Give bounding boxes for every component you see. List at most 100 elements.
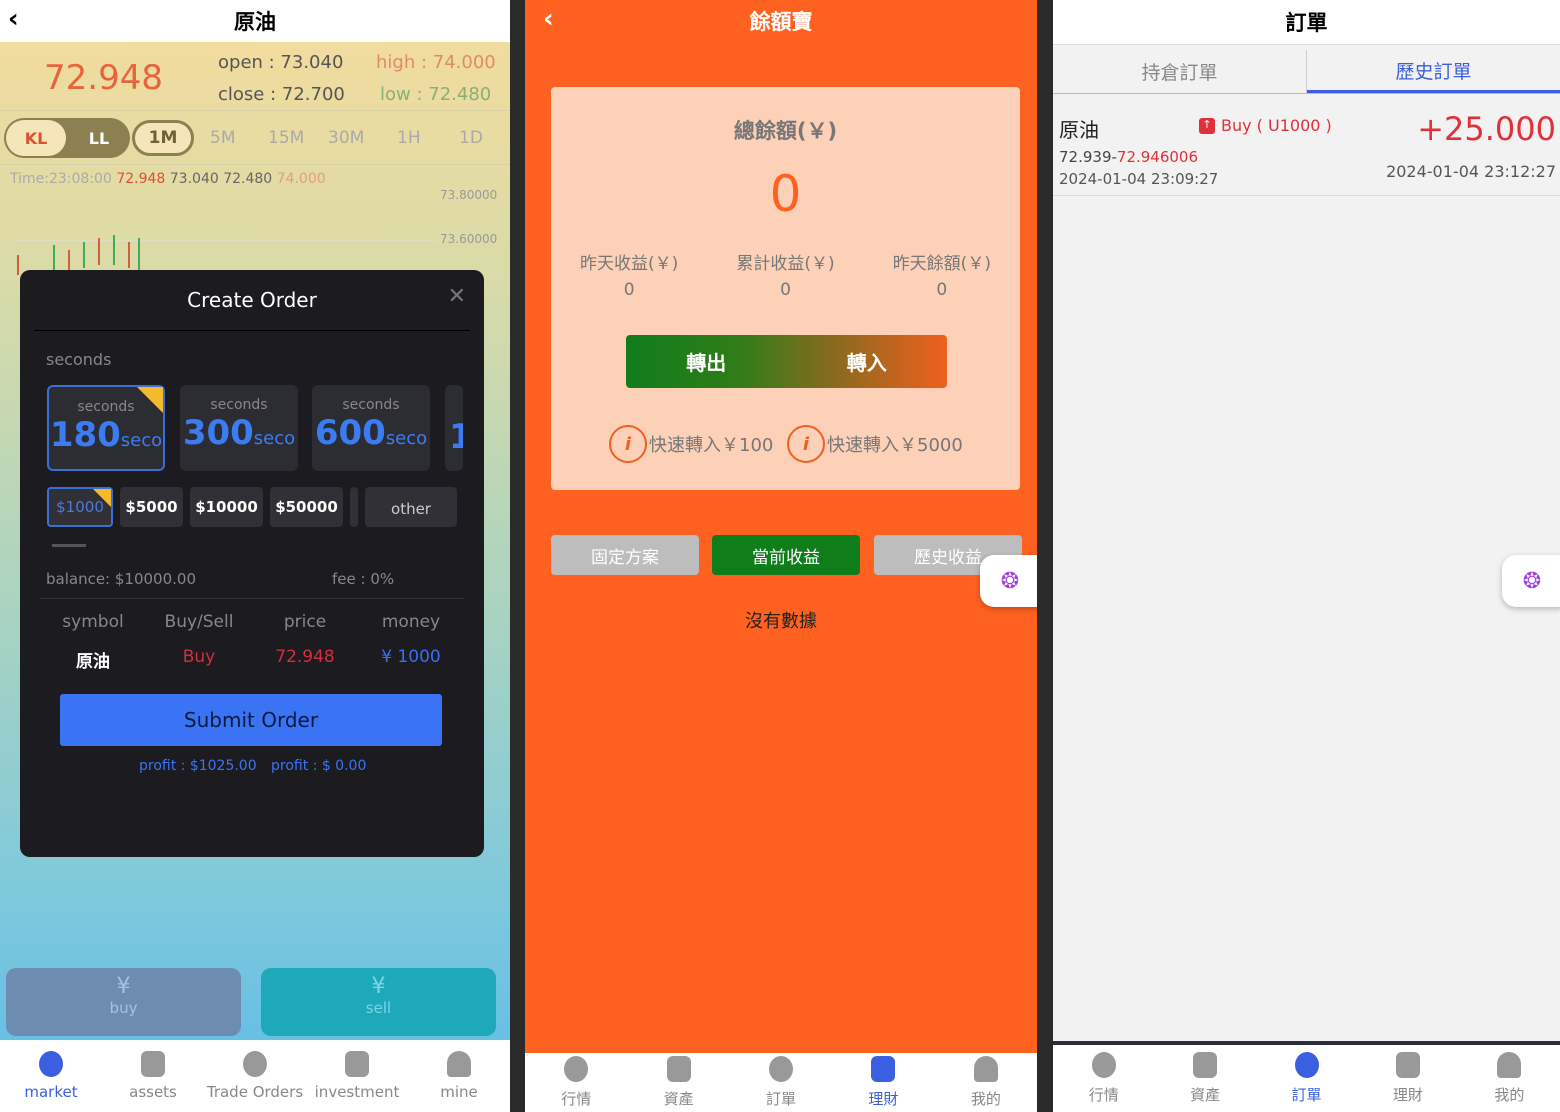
interval-15m[interactable]: 15M	[268, 128, 304, 148]
nav-trade-orders[interactable]: Trade Orders	[204, 1040, 306, 1112]
close-time: 2024-01-04 23:12:27	[1386, 162, 1556, 181]
open-time: 2024-01-04 23:09:27	[1059, 170, 1219, 188]
nav-mine[interactable]: 我的	[935, 1053, 1037, 1112]
nav-finance[interactable]: 理財	[832, 1053, 934, 1112]
time-value: Time:23:08:00	[10, 171, 112, 187]
assistant-icon[interactable]: ❂	[980, 555, 1037, 607]
tab-open-orders[interactable]: 持倉訂單	[1053, 50, 1307, 93]
submit-order-button[interactable]: Submit Order	[60, 694, 442, 746]
duration-unit: seco	[385, 428, 428, 449]
readout-low: 72.480	[223, 171, 273, 187]
stat-label: 昨天收益(￥)	[580, 254, 679, 274]
nav-label: 理財	[1392, 1086, 1423, 1104]
order-profit: +25.000	[1417, 110, 1556, 148]
folder-icon	[1395, 1052, 1420, 1078]
stat-value: 0	[936, 280, 948, 300]
close-icon[interactable]: ✕	[448, 284, 466, 309]
tab-fixed-plan[interactable]: 固定方案	[551, 535, 699, 575]
amount-option[interactable]: $10000	[190, 487, 263, 527]
nav-orders[interactable]: 訂單	[1256, 1045, 1357, 1112]
empty-state: 沒有數據	[745, 611, 817, 632]
nav-label: 訂單	[1291, 1086, 1322, 1104]
orders-icon	[243, 1051, 267, 1077]
nav-label: 我的	[1494, 1086, 1525, 1104]
duration-option-selected[interactable]: seconds 180seco	[47, 385, 165, 471]
open-price: 72.939-	[1059, 148, 1117, 166]
nav-market[interactable]: 行情	[1053, 1045, 1154, 1112]
transfer-out-button[interactable]: 轉出	[626, 335, 787, 388]
tab-history-orders[interactable]: 歷史訂單	[1307, 50, 1560, 93]
back-icon[interactable]: ‹	[8, 4, 19, 34]
duration-option[interactable]: seconds 300seco	[180, 385, 298, 471]
buy-button[interactable]: ¥ buy	[6, 968, 241, 1036]
amount-option[interactable]: $50000	[270, 487, 343, 527]
nav-label: mine	[440, 1083, 478, 1101]
order-table-header: symbol Buy/Sell price money	[40, 612, 464, 632]
interval-1d[interactable]: 1D	[459, 128, 483, 148]
col-side: Buy/Sell	[164, 612, 234, 632]
interval-1h[interactable]: 1H	[397, 128, 421, 148]
quick-transfer-5000[interactable]: i 快速轉入￥5000	[787, 425, 963, 463]
transfer-in-button[interactable]: 轉入	[787, 335, 948, 388]
quick-transfer-100[interactable]: i 快速轉入￥100	[609, 425, 773, 463]
bottom-nav: 行情 資產 訂單 理財 我的	[525, 1053, 1037, 1112]
interval-5m[interactable]: 5M	[210, 128, 235, 148]
y-tick: 73.80000	[440, 188, 498, 202]
bottom-nav: market assets Trade Orders investment mi…	[0, 1040, 510, 1112]
check-icon	[137, 387, 163, 413]
yen-icon: ¥	[371, 974, 386, 999]
interval-30m[interactable]: 30M	[328, 128, 364, 148]
nav-mine[interactable]: 我的	[1459, 1045, 1560, 1112]
stat-value: 0	[780, 280, 791, 300]
nav-investment[interactable]: investment	[306, 1040, 408, 1112]
nav-market[interactable]: market	[0, 1040, 102, 1112]
sell-button[interactable]: ¥ sell	[261, 968, 496, 1036]
open-value: open : 73.040	[218, 52, 344, 73]
nav-label: 理財	[868, 1090, 899, 1108]
nav-mine[interactable]: mine	[408, 1040, 510, 1112]
user-icon	[973, 1056, 998, 1082]
duration-option[interactable]: 1	[445, 385, 463, 471]
wallet-icon	[1193, 1052, 1218, 1078]
stat-label: 累計收益(￥)	[736, 254, 835, 274]
total-value: 0	[769, 165, 802, 223]
col-price: price	[283, 612, 327, 632]
interval-1m[interactable]: 1M	[132, 120, 194, 156]
chart-type-kl[interactable]: KL	[6, 120, 66, 156]
user-icon	[447, 1051, 471, 1077]
readout-close: 72.948	[116, 171, 166, 187]
compass-icon	[1091, 1052, 1116, 1078]
nav-label: 行情	[561, 1090, 592, 1108]
page-title: 餘額寶	[749, 10, 813, 34]
amount-other[interactable]: other	[365, 487, 457, 527]
sell-label: sell	[365, 999, 392, 1017]
profit-win: profit : $1025.00	[139, 758, 257, 774]
duration-label: seconds	[210, 397, 268, 413]
back-icon[interactable]: ‹	[543, 4, 554, 34]
nav-label: 行情	[1088, 1086, 1119, 1104]
orders-screen: 訂單 持倉訂單 歷史訂單 原油 ↑ Buy ( U1000 ) +25.000 7…	[1053, 0, 1560, 1112]
amount-option-selected[interactable]: $1000	[47, 487, 113, 527]
side-value: Buy	[182, 647, 216, 667]
tab-current-income[interactable]: 當前收益	[712, 535, 860, 575]
nav-assets[interactable]: assets	[102, 1040, 204, 1112]
amount-option[interactable]: $5000	[120, 487, 183, 527]
nav-finance[interactable]: 理財	[1357, 1045, 1458, 1112]
nav-orders[interactable]: 訂單	[730, 1053, 832, 1112]
nav-label: market	[24, 1083, 78, 1101]
symbol-value: 原油	[76, 652, 110, 672]
nav-market[interactable]: 行情	[525, 1053, 627, 1112]
money-value: ¥ 1000	[381, 647, 441, 667]
info-icon: i	[609, 425, 647, 463]
chart-type-ll[interactable]: LL	[74, 120, 124, 156]
order-item[interactable]: 原油 ↑ Buy ( U1000 ) +25.000 72.939-72.9460…	[1053, 100, 1560, 196]
bottom-nav: 行情 資產 訂單 理財 我的	[1053, 1045, 1560, 1112]
nav-assets[interactable]: 資產	[1154, 1045, 1255, 1112]
assistant-icon[interactable]: ❂	[1502, 555, 1560, 607]
chart-type-toggle: KL LL	[4, 118, 130, 158]
nav-assets[interactable]: 資產	[627, 1053, 729, 1112]
stat-value: 0	[623, 280, 635, 300]
compass-icon	[39, 1051, 63, 1077]
duration-option[interactable]: seconds 600seco	[312, 385, 430, 471]
stats-row: 昨天收益(￥) 0 累計收益(￥) 0 昨天餘額(￥) 0	[551, 249, 1020, 300]
